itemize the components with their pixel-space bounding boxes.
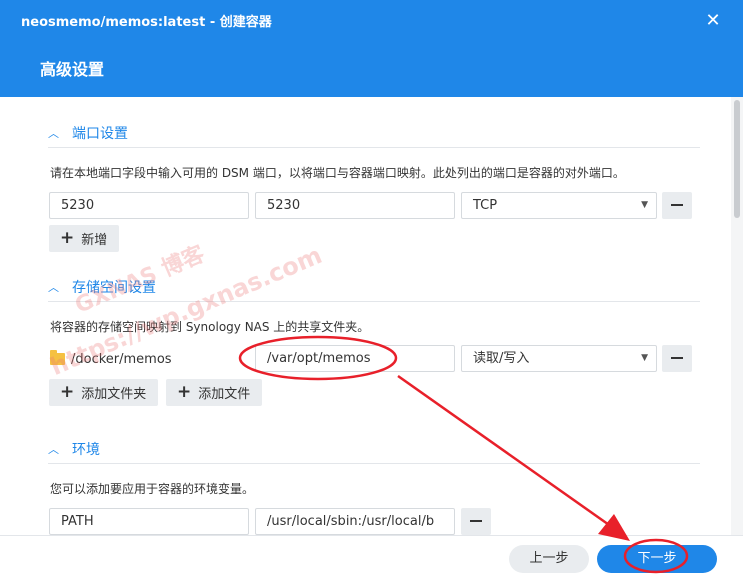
env-name-input[interactable]: PATH: [49, 508, 249, 535]
folder-path: /docker/memos: [71, 351, 172, 367]
section-environment-header[interactable]: ︿ 环境: [48, 438, 100, 460]
page-title: 高级设置: [40, 60, 105, 79]
section-divider: [48, 463, 700, 464]
minus-icon: [470, 520, 482, 522]
dialog-header: neosmemo/memos:latest - 创建容器 ✕ 高级设置: [0, 0, 743, 97]
env-value-input[interactable]: /usr/local/sbin:/usr/local/b: [255, 508, 455, 535]
remove-env-button[interactable]: [461, 508, 491, 535]
chevron-up-icon: ︿: [48, 281, 59, 294]
add-file-label: 添加文件: [198, 387, 251, 402]
section-divider: [48, 301, 700, 302]
plus-icon: +: [177, 382, 192, 402]
mount-path-input[interactable]: /var/opt/memos: [255, 345, 455, 372]
close-icon[interactable]: ✕: [702, 10, 724, 32]
section-storage-title: 存储空间设置: [72, 280, 156, 296]
section-environment-title: 环境: [72, 442, 100, 458]
plus-icon: +: [60, 228, 75, 248]
section-ports-header[interactable]: ︿ 端口设置: [48, 122, 128, 144]
section-ports-title: 端口设置: [72, 126, 128, 142]
permission-select[interactable]: 读取/写入 ▼: [461, 345, 657, 372]
add-file-button[interactable]: + 添加文件: [166, 379, 263, 406]
section-divider: [48, 147, 700, 148]
window-title: neosmemo/memos:latest - 创建容器: [21, 15, 272, 30]
remove-port-button[interactable]: [662, 192, 692, 219]
dialog-footer: 上一步 下一步: [0, 535, 743, 581]
minus-icon: [671, 357, 683, 359]
scrollbar-thumb[interactable]: [734, 100, 740, 218]
minus-icon: [671, 204, 683, 206]
protocol-select[interactable]: TCP ▼: [461, 192, 657, 219]
dialog-content: ︿ 端口设置 请在本地端口字段中输入可用的 DSM 端口，以将端口与容器端口映射…: [0, 97, 743, 535]
ports-description: 请在本地端口字段中输入可用的 DSM 端口，以将端口与容器端口映射。此处列出的端…: [50, 166, 625, 180]
permission-select-value: 读取/写入: [473, 351, 530, 366]
add-port-label: 新增: [81, 233, 108, 248]
remove-volume-button[interactable]: [662, 345, 692, 372]
folder-icon: [50, 350, 65, 365]
container-port-input[interactable]: 5230: [255, 192, 455, 219]
add-port-button[interactable]: + 新增: [49, 225, 120, 252]
protocol-select-value: TCP: [473, 198, 498, 213]
section-storage-header[interactable]: ︿ 存储空间设置: [48, 276, 156, 298]
add-folder-button[interactable]: + 添加文件夹: [49, 379, 159, 406]
local-port-input[interactable]: 5230: [49, 192, 249, 219]
next-button[interactable]: 下一步: [597, 545, 717, 573]
chevron-up-icon: ︿: [48, 443, 59, 456]
storage-folder: /docker/memos: [50, 348, 172, 370]
caret-down-icon: ▼: [641, 200, 648, 210]
storage-description: 将容器的存储空间映射到 Synology NAS 上的共享文件夹。: [50, 320, 370, 334]
chevron-up-icon: ︿: [48, 127, 59, 140]
caret-down-icon: ▼: [641, 353, 648, 363]
environment-description: 您可以添加要应用于容器的环境变量。: [50, 482, 255, 496]
add-folder-label: 添加文件夹: [81, 387, 147, 402]
previous-button[interactable]: 上一步: [509, 545, 589, 573]
plus-icon: +: [60, 382, 75, 402]
